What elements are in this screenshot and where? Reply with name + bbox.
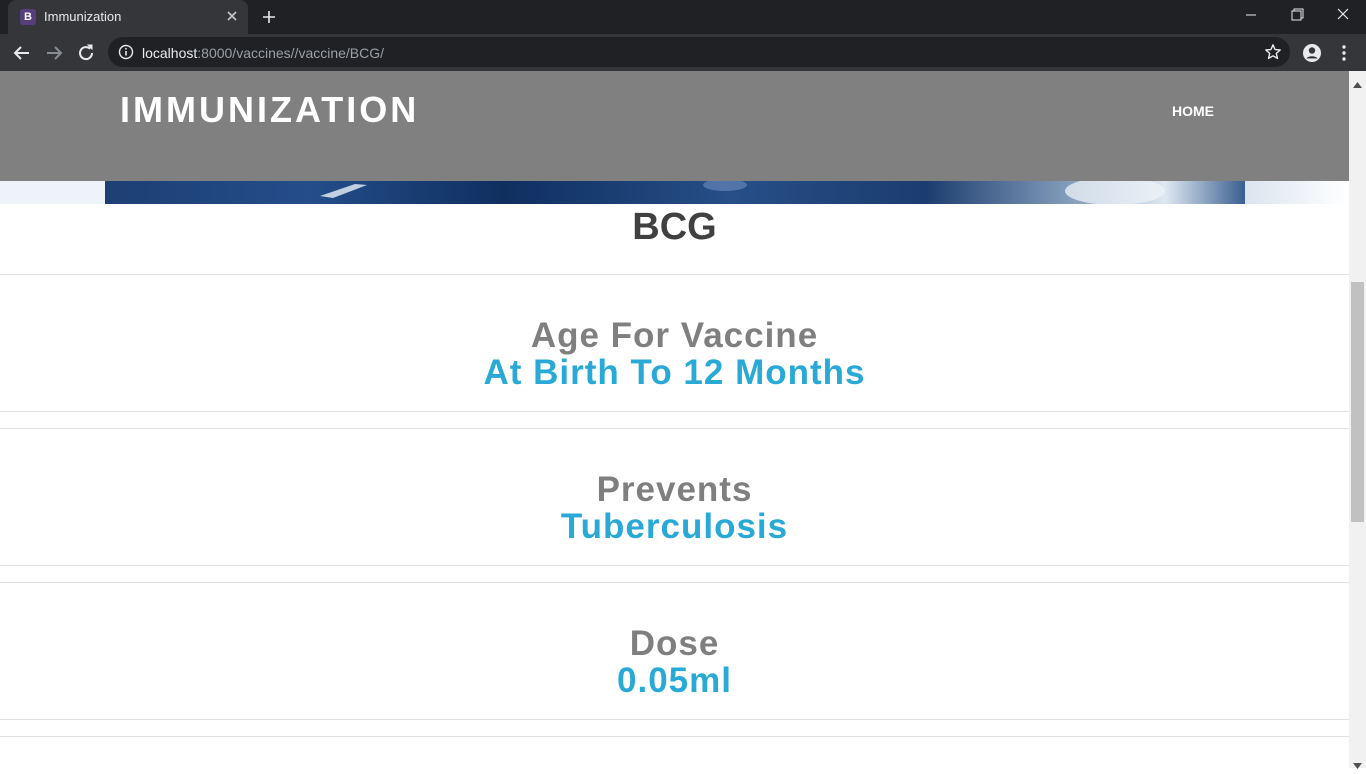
restore-icon[interactable] [1274,0,1320,32]
prevents-value: Tuberculosis [560,507,789,546]
account-icon[interactable] [1300,41,1324,65]
divider [0,274,1349,275]
divider [0,565,1349,566]
reload-icon[interactable] [74,41,98,65]
dose-label: Dose [629,624,720,663]
age-label: Age For Vaccine [530,316,819,355]
minimize-icon[interactable] [1228,0,1274,32]
site-header: IMMUNIZATION HOME [0,71,1349,181]
browser-toolbar: localhost:8000/vaccines//vaccine/BCG/ [0,34,1366,71]
divider [0,736,1349,737]
dose-value: 0.05ml [617,661,732,700]
back-arrow-icon[interactable] [10,41,34,65]
tab-close-icon[interactable] [224,8,240,24]
url-host: localhost [142,45,198,61]
vertical-scrollbar[interactable] [1349,71,1366,769]
url-path: :8000/vaccines//vaccine/BCG/ [197,45,385,61]
divider [0,411,1349,412]
forward-arrow-icon[interactable] [42,41,66,65]
site-brand[interactable]: IMMUNIZATION [120,89,419,131]
site-info-icon[interactable] [118,44,134,60]
tab-title: Immunization [44,9,122,24]
prevents-section: Prevents Tuberculosis [0,471,1349,545]
bookmark-star-icon[interactable] [1264,43,1282,61]
hero-image [105,177,1245,205]
browser-menu-icon[interactable] [1334,41,1354,65]
prevents-label: Prevents [596,470,753,509]
window-close-icon[interactable] [1320,0,1366,32]
hero-side-image [1245,181,1349,204]
browser-titlebar: B Immunization [0,0,1366,34]
age-value: At Birth To 12 Months [483,353,866,392]
scrollbar-thumb[interactable] [1351,282,1364,522]
age-section: Age For Vaccine At Birth To 12 Months [0,317,1349,391]
browser-tab[interactable]: B Immunization [8,0,248,34]
scroll-up-arrow-icon[interactable] [1353,75,1362,88]
divider [0,428,1349,429]
url-text[interactable]: localhost:8000/vaccines//vaccine/BCG/ [142,45,384,61]
new-tab-icon[interactable] [260,8,278,26]
dose-section: Dose 0.05ml [0,625,1349,699]
bootstrap-favicon-icon: B [20,9,36,25]
page-viewport: IMMUNIZATION HOME BCG Age For Vaccine At… [0,71,1349,768]
address-bar[interactable]: localhost:8000/vaccines//vaccine/BCG/ [108,37,1290,67]
nav-home-link[interactable]: HOME [1172,103,1214,119]
scroll-down-arrow-icon[interactable] [1353,756,1362,769]
vaccine-title: BCG [632,206,717,248]
divider [0,719,1349,720]
divider [0,582,1349,583]
